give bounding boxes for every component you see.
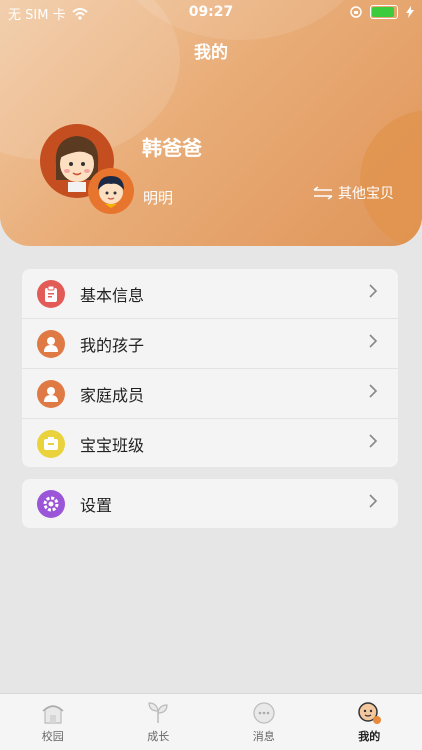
clipboard-icon <box>37 279 65 308</box>
tab-growth[interactable]: 成长 <box>106 694 212 750</box>
menu-item-my-children[interactable]: 我的孩子 <box>22 318 398 368</box>
chevron-right-icon <box>369 284 378 298</box>
family-icon <box>37 379 65 408</box>
chevron-right-icon <box>369 384 378 398</box>
info-menu-card: 基本信息 我的孩子 家庭成员 宝宝班级 <box>22 269 398 467</box>
tab-mine[interactable]: 我的 <box>317 694 422 750</box>
child-name: 明明 <box>143 189 174 207</box>
menu-item-label: 设置 <box>80 495 113 515</box>
menu-item-basic-info[interactable]: 基本信息 <box>22 269 398 318</box>
menu-item-family-members[interactable]: 家庭成员 <box>22 368 398 418</box>
campus-icon <box>42 705 64 724</box>
decor-bubble <box>360 110 422 246</box>
child-avatar[interactable] <box>88 168 134 214</box>
child-face-icon <box>98 176 124 208</box>
menu-item-label: 我的孩子 <box>80 335 145 355</box>
switch-arrows-icon <box>313 186 333 200</box>
charging-icon <box>406 6 414 18</box>
mine-icon <box>358 702 382 724</box>
status-bar: 无 SIM 卡 09:27 <box>0 0 422 24</box>
chevron-right-icon <box>369 494 378 508</box>
menu-item-label: 基本信息 <box>80 285 145 305</box>
orientation-lock-icon <box>350 6 362 18</box>
menu-item-label: 家庭成员 <box>80 385 145 405</box>
switch-child-label: 其他宝贝 <box>338 186 394 202</box>
profile-header: 无 SIM 卡 09:27 我的 韩爸爸 明明 其他宝贝 <box>0 0 422 246</box>
menu-item-label: 宝宝班级 <box>80 435 145 455</box>
tab-label: 成长 <box>147 730 170 743</box>
settings-card: 设置 <box>22 479 398 528</box>
battery-icon <box>370 5 398 19</box>
chevron-right-icon <box>369 334 378 348</box>
gear-icon <box>37 489 65 518</box>
menu-item-settings[interactable]: 设置 <box>22 479 398 528</box>
parent-name: 韩爸爸 <box>142 136 202 160</box>
chevron-right-icon <box>369 434 378 448</box>
page-title: 我的 <box>194 43 228 63</box>
child-icon <box>37 329 65 358</box>
tab-label: 消息 <box>252 730 275 743</box>
menu-item-baby-class[interactable]: 宝宝班级 <box>22 418 398 468</box>
tab-label: 我的 <box>358 730 381 743</box>
message-icon <box>253 702 275 724</box>
tab-label: 校园 <box>41 730 64 743</box>
class-icon <box>37 429 65 458</box>
tab-campus[interactable]: 校园 <box>0 694 106 750</box>
tab-bar: 校园 成长 消息 我的 <box>0 693 422 750</box>
growth-icon <box>148 702 168 723</box>
tab-messages[interactable]: 消息 <box>211 694 317 750</box>
switch-child-button[interactable]: 其他宝贝 <box>312 183 394 203</box>
